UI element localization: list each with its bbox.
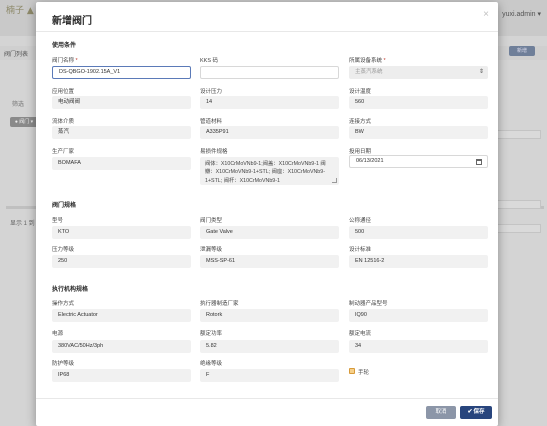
power-label: 电源 <box>52 331 64 337</box>
dialog-title: 新增阀门 <box>52 16 92 27</box>
cancel-button[interactable]: 取消 <box>426 406 456 419</box>
manufacturer-label: 生产厂家 <box>52 149 75 155</box>
model-label: 型号 <box>52 218 64 224</box>
bg-row-box <box>497 200 541 209</box>
connection-input[interactable]: BW <box>349 126 488 139</box>
save-button-label: 保存 <box>473 409 485 415</box>
valve-type-label: 阀门类型 <box>200 218 223 224</box>
parts-spec-text: 阀体：X10CrMoVNb9-1;阀盖：X10CrMoVNb9-1 阀瓣：X10… <box>205 161 326 184</box>
act-maker-input[interactable]: Rotork <box>200 309 339 322</box>
power-input[interactable]: 380VAC/50Hz/3ph <box>52 340 191 353</box>
rated-power-label: 额定功率 <box>200 331 223 337</box>
design-std-label: 设计标准 <box>349 247 372 253</box>
section-title-actuator: 执行机构规格 <box>52 287 89 293</box>
valve-name-label: 阀门名称 * <box>52 58 78 64</box>
rated-power-input[interactable]: 5.82 <box>200 340 339 353</box>
resize-grip-icon[interactable] <box>332 178 337 183</box>
manual-checkbox[interactable] <box>349 368 355 374</box>
header-divider <box>36 31 498 32</box>
rated-current-label: 额定电流 <box>349 331 372 337</box>
nominal-dia-label: 公称通径 <box>349 218 372 224</box>
system-selected-value: 主蒸汽系统 <box>355 69 383 75</box>
kks-input[interactable] <box>200 66 339 79</box>
kks-label: KKS 码 <box>200 58 219 64</box>
parts-spec-label: 易损件规格 <box>200 149 228 155</box>
design-pressure-input[interactable]: 14 <box>200 96 339 109</box>
design-temp-label: 设计温度 <box>349 89 372 95</box>
medium-label: 流体介质 <box>52 119 75 125</box>
bg-nav-item: 阀门列表 <box>4 52 29 58</box>
system-select[interactable]: 主蒸汽系统 ⇕ <box>349 66 488 79</box>
operation-input[interactable]: Electric Actuator <box>52 309 191 322</box>
manufacturer-input[interactable]: BOMAFA <box>52 157 191 170</box>
calendar-icon[interactable] <box>476 159 482 165</box>
valve-name-input[interactable]: DS-QBGO-1902.15A_V1 <box>52 66 191 79</box>
section-title-basic: 使用条件 <box>52 43 77 49</box>
bg-row-box <box>497 130 541 139</box>
act-maker-label: 执行器制造厂家 <box>200 301 239 307</box>
bg-row-box <box>497 224 541 233</box>
close-icon[interactable]: × <box>483 9 489 20</box>
add-valve-dialog: 新增阀门 × 使用条件 阀门名称 * DS-QBGO-1902.15A_V1 K… <box>36 2 498 426</box>
rated-current-input[interactable]: 34 <box>349 340 488 353</box>
footer-divider <box>36 398 498 399</box>
bg-add-button: 新增 <box>509 46 535 56</box>
design-temp-input[interactable]: 560 <box>349 96 488 109</box>
insulation-input[interactable]: F <box>200 369 339 382</box>
system-label: 所属设备系统 * <box>349 58 386 64</box>
bg-user-menu: yuxi.admin ▾ <box>502 11 541 18</box>
pipe-material-input[interactable]: A335P91 <box>200 126 339 139</box>
protection-input[interactable]: IP68 <box>52 369 191 382</box>
location-label: 应用位置 <box>52 89 75 95</box>
medium-input[interactable]: 蒸汽 <box>52 126 191 139</box>
pressure-class-input[interactable]: 250 <box>52 255 191 268</box>
insulation-label: 绝缘等级 <box>200 361 223 367</box>
nominal-dia-input[interactable]: 500 <box>349 226 488 239</box>
install-date-value: 06/13/2021 <box>356 158 384 164</box>
install-date-label: 投用日期 <box>349 149 372 155</box>
protection-label: 防护等级 <box>52 361 75 367</box>
design-std-input[interactable]: EN 12516-2 <box>349 255 488 268</box>
save-button[interactable]: ✔保存 <box>460 406 492 419</box>
operation-label: 操作方式 <box>52 301 75 307</box>
model-input[interactable]: KTO <box>52 226 191 239</box>
valve-type-input[interactable]: Gate Valve <box>200 226 339 239</box>
design-pressure-label: 设计压力 <box>200 89 223 95</box>
pressure-class-label: 压力等级 <box>52 247 75 253</box>
connection-label: 连接方式 <box>349 119 372 125</box>
tightness-label: 泄漏等级 <box>200 247 223 253</box>
bg-logo: 楠子 ▲ <box>6 6 34 16</box>
location-input[interactable]: 电动阀阀 <box>52 96 191 109</box>
install-date-input[interactable]: 06/13/2021 <box>349 155 488 168</box>
check-icon: ✔ <box>467 409 473 415</box>
tightness-input[interactable]: MSS-SP-61 <box>200 255 339 268</box>
section-title-valve: 阀门规格 <box>52 203 77 209</box>
pipe-material-label: 管道材料 <box>200 119 223 125</box>
bg-filter-label: 筛选 <box>12 102 25 108</box>
select-arrow-icon: ⇕ <box>478 69 484 75</box>
parts-spec-textarea[interactable]: 阀体：X10CrMoVNb9-1;阀盖：X10CrMoVNb9-1 阀瓣：X10… <box>200 157 339 185</box>
act-model-label: 制动器产品型号 <box>349 301 388 307</box>
manual-checkbox-label: 手轮 <box>358 370 370 376</box>
bg-filter-pill: ● 阀门 ▾ <box>10 117 38 127</box>
act-model-input[interactable]: IQ90 <box>349 309 488 322</box>
